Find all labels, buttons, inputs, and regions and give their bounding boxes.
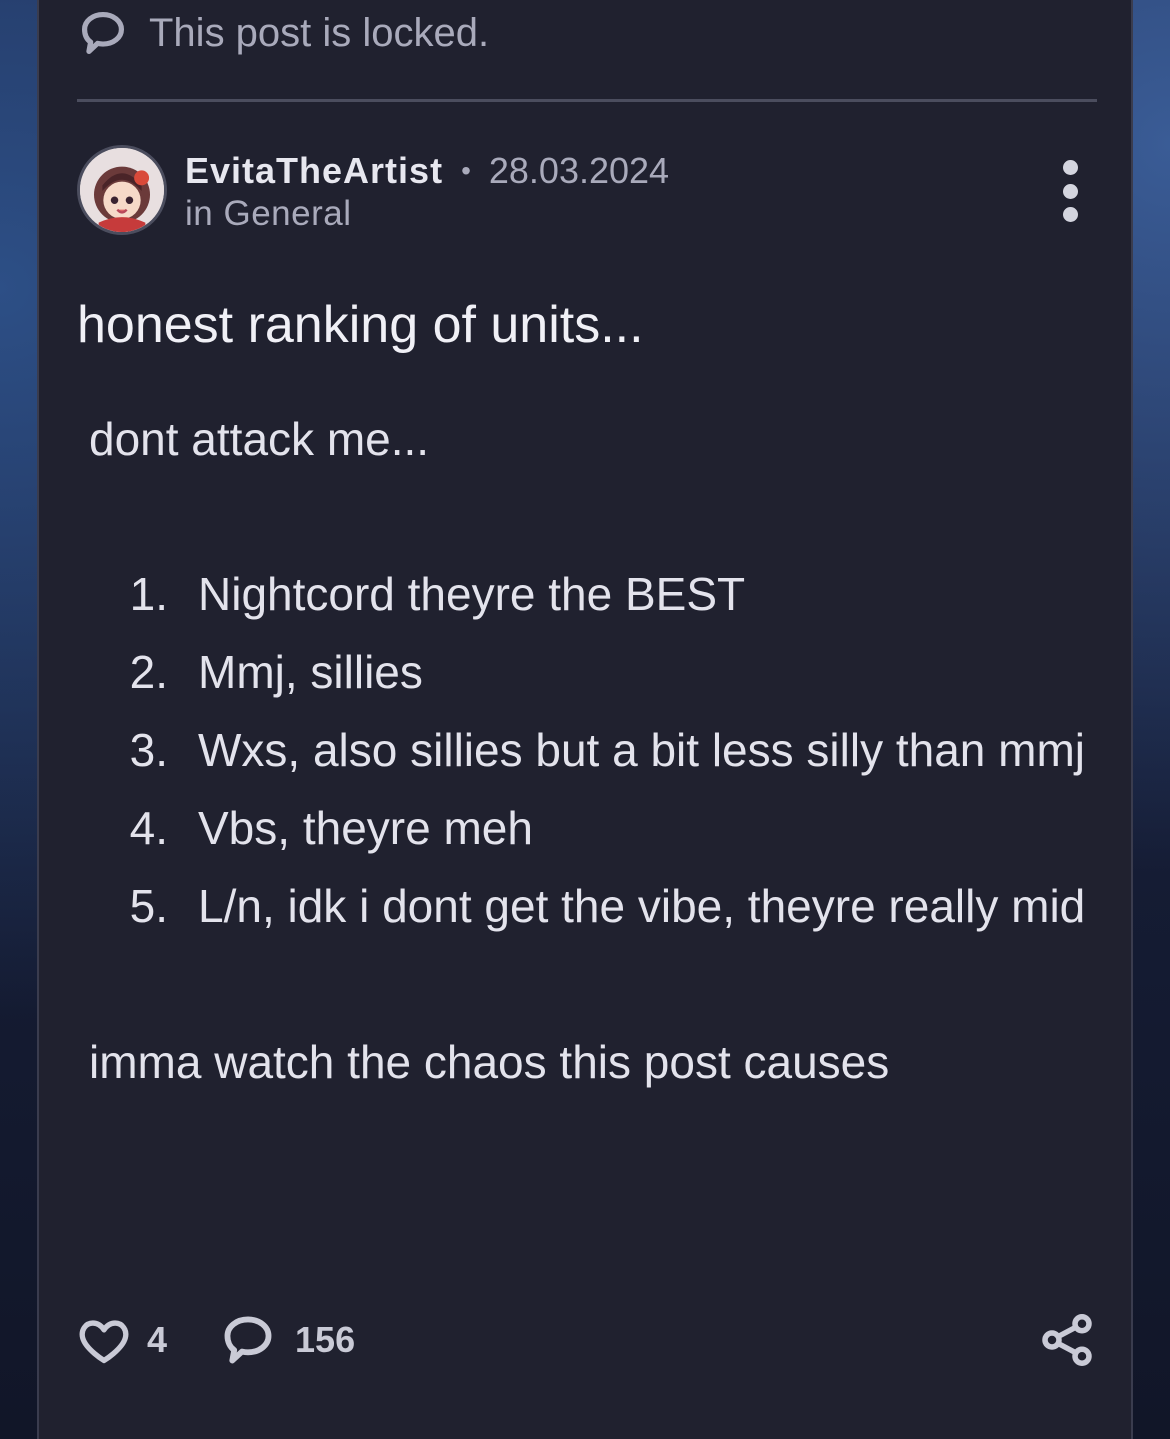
comment-count: 156: [295, 1319, 356, 1360]
like-button[interactable]: 4: [75, 1311, 167, 1369]
menu-dot: [1062, 183, 1078, 199]
list-number: 4.: [129, 802, 168, 854]
list-number: 3.: [129, 724, 168, 776]
list-item: 4. Vbs, theyre meh: [89, 789, 1089, 867]
post-body: dont attack me... 1. Nightcord theyre th…: [89, 400, 1089, 1101]
list-text: Nightcord theyre the BEST: [198, 568, 746, 620]
avatar[interactable]: [77, 145, 167, 235]
post-date: 28.03.2024: [488, 150, 670, 191]
more-vertical-icon[interactable]: [1055, 160, 1085, 222]
comment-icon: [224, 1316, 272, 1364]
post-actions: 4 156: [75, 1305, 1097, 1375]
share-icon: [1042, 1314, 1092, 1366]
separator-dot: •: [461, 155, 471, 186]
share-button[interactable]: [1037, 1310, 1097, 1370]
author-block: EvitaTheArtist • 28.03.2024 in General: [185, 150, 669, 234]
list-text: Wxs, also sillies but a bit less silly t…: [198, 724, 1086, 776]
divider: [77, 99, 1097, 102]
list-number: 2.: [129, 646, 168, 698]
author-line: EvitaTheArtist • 28.03.2024: [185, 150, 669, 192]
menu-dot: [1062, 160, 1078, 175]
list-item: 3. Wxs, also sillies but a bit less sill…: [89, 711, 1089, 789]
speech-bubble-icon: [81, 11, 125, 55]
heart-icon: [79, 1320, 129, 1364]
comment-button[interactable]: 156: [219, 1311, 355, 1369]
locked-banner: This post is locked.: [77, 8, 489, 58]
post-title: honest ranking of units...: [77, 296, 644, 354]
locked-text: This post is locked.: [149, 10, 490, 55]
list-item: 5. L/n, idk i dont get the vibe, theyre …: [89, 867, 1089, 945]
author-name[interactable]: EvitaTheArtist: [185, 150, 443, 192]
list-text: Mmj, sillies: [198, 646, 423, 698]
list-number: 1.: [129, 568, 168, 620]
post-outro: imma watch the chaos this post causes: [89, 1036, 890, 1088]
list-text: Vbs, theyre meh: [198, 802, 533, 854]
list-text: L/n, idk i dont get the vibe, theyre rea…: [198, 880, 1086, 932]
menu-dot: [1062, 207, 1078, 222]
like-count: 4: [147, 1319, 168, 1360]
post-intro: dont attack me...: [89, 413, 430, 465]
avatar-image: [80, 148, 164, 232]
list-item: 2. Mmj, sillies: [89, 633, 1089, 711]
ranking-list: 1. Nightcord theyre the BEST 2. Mmj, sil…: [89, 555, 1089, 945]
list-item: 1. Nightcord theyre the BEST: [89, 555, 1089, 633]
post-card: This post is locked. EvitaTheArtist • 28…: [37, 0, 1133, 1439]
post-category[interactable]: in General: [185, 194, 669, 234]
list-number: 5.: [129, 880, 168, 932]
